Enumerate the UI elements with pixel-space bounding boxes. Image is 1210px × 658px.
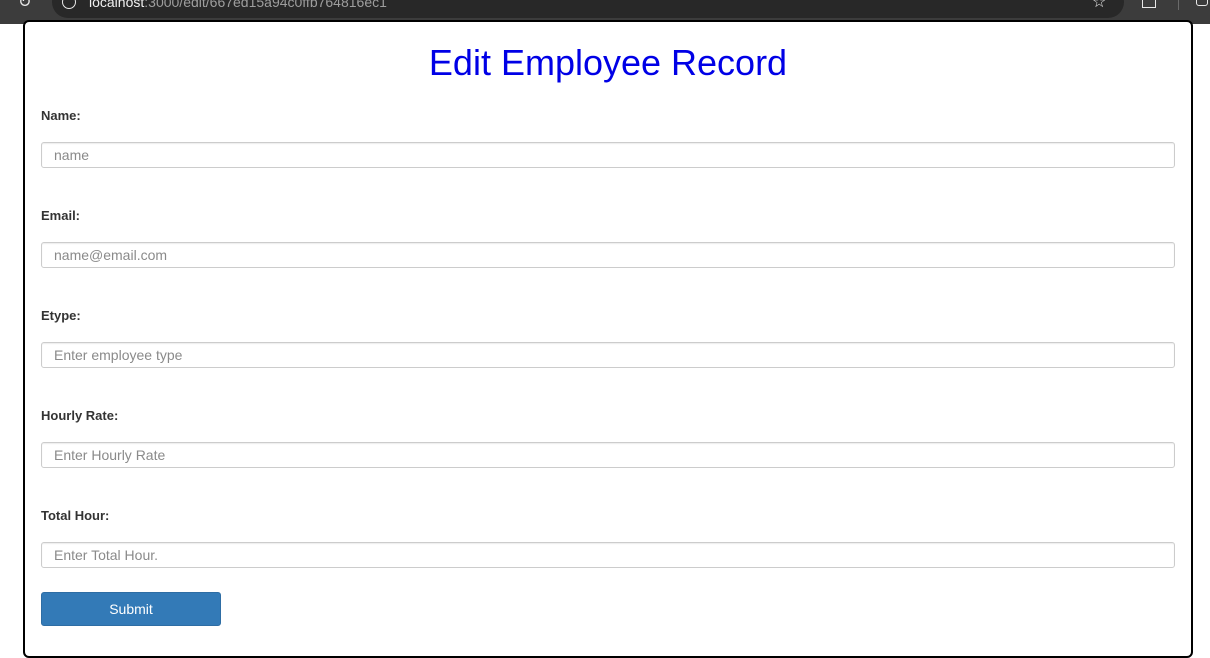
- etype-input[interactable]: [41, 342, 1175, 368]
- hourly-rate-label: Hourly Rate:: [41, 408, 119, 423]
- etype-label: Etype:: [41, 308, 81, 323]
- name-input[interactable]: [41, 142, 1175, 168]
- url-text[interactable]: localhost:3000/edit/667ed15a94c0ffb76481…: [89, 0, 387, 10]
- edit-employee-card: Edit Employee Record Name: Email: Etype:…: [23, 20, 1193, 658]
- star-icon[interactable]: ☆: [1092, 0, 1106, 12]
- toolbar-divider: [1178, 0, 1179, 10]
- email-input[interactable]: [41, 242, 1175, 268]
- site-info-icon[interactable]: [62, 0, 76, 9]
- extensions-icon[interactable]: [1142, 0, 1156, 8]
- submit-button[interactable]: Submit: [41, 592, 221, 626]
- url-path: :3000/edit/667ed15a94c0ffb764816ec1: [144, 0, 387, 10]
- name-label: Name:: [41, 108, 81, 123]
- profile-icon[interactable]: [1196, 0, 1208, 6]
- total-hour-label: Total Hour:: [41, 508, 110, 523]
- total-hour-input[interactable]: [41, 542, 1175, 568]
- email-label: Email:: [41, 208, 81, 223]
- hourly-rate-input[interactable]: [41, 442, 1175, 468]
- address-bar[interactable]: localhost:3000/edit/667ed15a94c0ffb76481…: [52, 0, 1124, 18]
- url-host: localhost: [89, 0, 145, 10]
- page-title: Edit Employee Record: [428, 42, 788, 83]
- reload-icon[interactable]: ↻: [18, 0, 36, 12]
